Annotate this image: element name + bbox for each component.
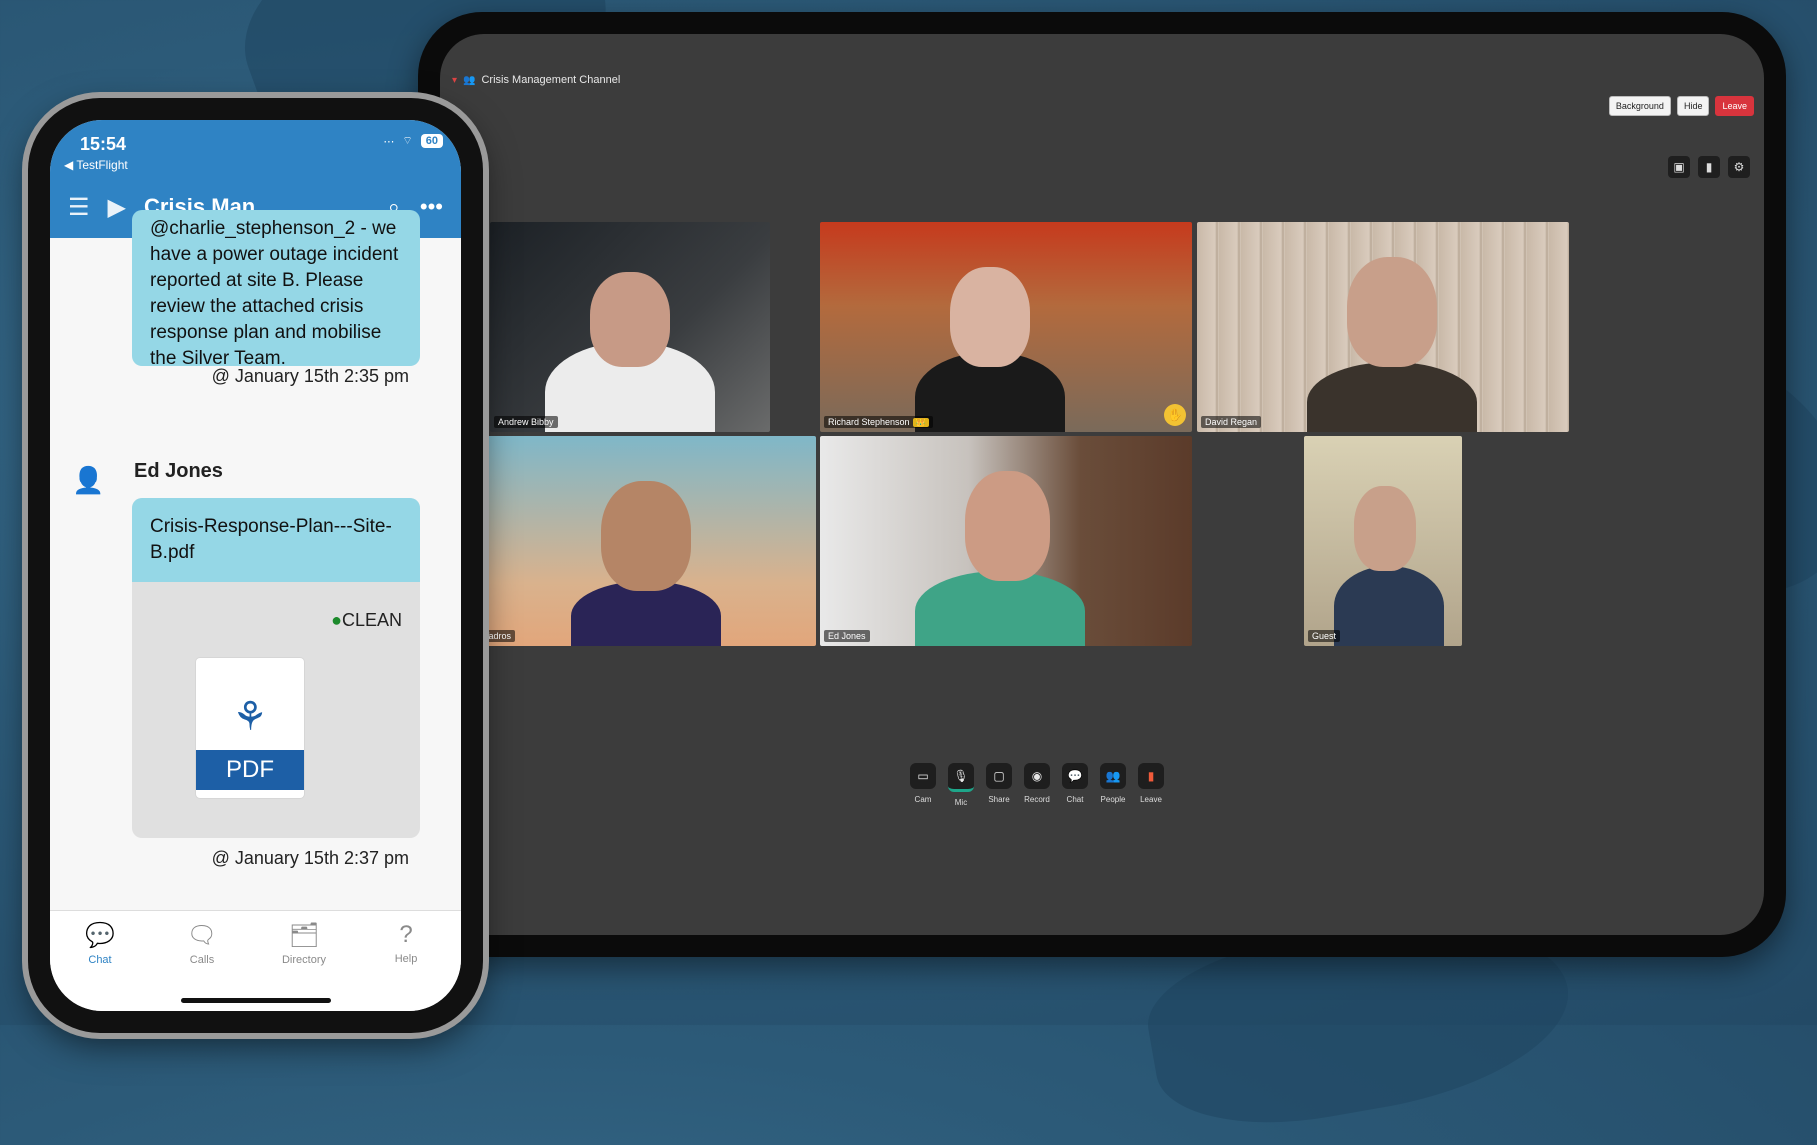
scan-status: ●CLEAN: [331, 610, 402, 631]
participant-name: Tadros: [480, 630, 516, 642]
bottom-tab-bar: 💬 Chat 🗨 Calls 🗂 Directory ? Help: [50, 910, 461, 1011]
people-control: 👥 People: [1100, 763, 1126, 807]
share-control: ▢ Share: [986, 763, 1012, 807]
clean-dot-icon: ●: [331, 610, 342, 630]
cellular-icon: ⋯: [383, 135, 395, 148]
leave-top-button[interactable]: Leave: [1715, 96, 1754, 116]
tab-directory-label: Directory: [281, 954, 326, 966]
record-icon[interactable]: ◉: [1024, 763, 1050, 789]
channel-title: Crisis Management Channel: [481, 74, 621, 86]
cam-label: Cam: [914, 795, 932, 804]
message-timestamp: @ January 15th 2:35 pm: [211, 366, 409, 386]
chat-screen: 15:54 ◀ TestFlight ⋯ ⌔ 60 ☰ ▶ Crisis Man…: [50, 120, 461, 1011]
participant-name-text: Richard Stephenson: [828, 417, 910, 427]
hide-button[interactable]: Hide: [1676, 96, 1710, 116]
directory-tab-icon: 🗂: [288, 922, 320, 949]
video-tile[interactable]: Tadros: [476, 436, 816, 646]
tab-help-label: Help: [394, 953, 418, 965]
video-camera-icon[interactable]: ▶: [108, 193, 126, 222]
sender-name: Ed Jones: [134, 460, 223, 482]
settings-gear-icon[interactable]: ⚙: [1728, 156, 1750, 178]
pdf-file-icon[interactable]: ⚘ PDF: [196, 658, 304, 798]
leave-icon[interactable]: ▮: [1138, 763, 1164, 789]
scan-status-text: CLEAN: [341, 610, 402, 630]
phone-device: 15:54 ◀ TestFlight ⋯ ⌔ 60 ☰ ▶ Crisis Man…: [28, 98, 483, 1033]
acrobat-icon: ⚘: [232, 695, 268, 739]
people-label: People: [1100, 795, 1126, 804]
tab-chat-label: Chat: [88, 954, 112, 966]
share-label: Share: [988, 795, 1010, 804]
tab-help[interactable]: ? Help: [366, 921, 446, 965]
menu-list-icon[interactable]: ☰: [68, 193, 90, 222]
file-name: Crisis-Response-Plan---Site-B.pdf: [132, 498, 420, 582]
top-actions: Background Hide Leave: [1608, 96, 1754, 116]
participant-name: Ed Jones: [824, 630, 870, 642]
host-badge: 👑: [912, 418, 929, 427]
view-controls: ▣ ▮ ⚙: [1668, 156, 1750, 178]
chat-tab-icon: 💬: [85, 922, 115, 949]
testflight-back-link[interactable]: ◀ TestFlight: [64, 158, 128, 172]
call-header: ▾ 👥 Crisis Management Channel: [452, 74, 620, 86]
chat-control: 💬 Chat: [1062, 763, 1088, 807]
tablet-device: ▾ 👥 Crisis Management Channel Background…: [418, 12, 1786, 957]
video-tile[interactable]: Ed Jones: [820, 436, 1192, 646]
tab-chat[interactable]: 💬 Chat: [60, 921, 140, 966]
tab-calls-label: Calls: [189, 954, 215, 966]
clock: 15:54: [80, 134, 127, 154]
tab-calls[interactable]: 🗨 Calls: [162, 921, 242, 966]
tab-directory[interactable]: 🗂 Directory: [264, 921, 344, 966]
record-label: Record: [1024, 795, 1050, 804]
message-bubble: @charlie_stephenson_2 - we have a power …: [132, 210, 420, 369]
background-button[interactable]: Background: [1608, 96, 1671, 116]
video-tile[interactable]: Andrew Bibby: [490, 222, 770, 432]
people-icon[interactable]: 👥: [1100, 763, 1126, 789]
wifi-icon: ⌔: [402, 135, 413, 147]
camera-icon[interactable]: ▭: [910, 763, 936, 789]
cam-control: ▭ Cam: [910, 763, 936, 807]
chat-icon[interactable]: 💬: [1062, 763, 1088, 789]
calls-tab-icon: 🗨: [186, 922, 218, 949]
video-call-screen: ▾ 👥 Crisis Management Channel Background…: [440, 34, 1764, 935]
user-avatar-icon: 👤: [72, 465, 105, 495]
more-options-icon[interactable]: •••: [420, 194, 443, 220]
participant-name: Andrew Bibby: [494, 416, 558, 428]
raised-hand-icon: ✋: [1164, 404, 1186, 426]
screen-share-icon[interactable]: ▢: [986, 763, 1012, 789]
stats-icon[interactable]: ▮: [1698, 156, 1720, 178]
leave-label: Leave: [1140, 795, 1162, 804]
microphone-icon[interactable]: 🎙: [948, 763, 974, 792]
pdf-label: PDF: [196, 750, 304, 790]
chat-label: Chat: [1066, 795, 1084, 804]
battery-icon: 60: [420, 134, 443, 148]
layout-icon[interactable]: ▣: [1668, 156, 1690, 178]
participants-icon: 👥: [463, 74, 476, 86]
video-tile[interactable]: Richard Stephenson 👑 ✋: [820, 222, 1192, 432]
call-toolbar: ▭ Cam 🎙 Mic ▢ Share ◉ Record 💬 Chat 👥 Pe…: [910, 763, 1164, 807]
file-timestamp: @ January 15th 2:37 pm: [211, 848, 409, 868]
system-indicators: ⋯ ⌔ 60: [383, 134, 443, 148]
video-tile[interactable]: Guest: [1304, 436, 1462, 646]
participant-name: Richard Stephenson 👑: [824, 416, 933, 428]
home-indicator: [180, 998, 331, 1003]
file-attachment[interactable]: Crisis-Response-Plan---Site-B.pdf ●CLEAN…: [132, 498, 420, 838]
signal-icon: ▾: [452, 74, 458, 86]
help-tab-icon: ?: [399, 921, 413, 948]
record-control: ◉ Record: [1024, 763, 1050, 807]
video-tile[interactable]: David Regan: [1197, 222, 1569, 432]
message-text: @charlie_stephenson_2 - we have a power …: [150, 218, 399, 369]
mic-control: 🎙 Mic: [948, 763, 974, 807]
leave-control: ▮ Leave: [1138, 763, 1164, 807]
mic-label: Mic: [954, 798, 968, 807]
participant-name: David Regan: [1201, 416, 1262, 428]
participant-name: Guest: [1308, 630, 1341, 642]
